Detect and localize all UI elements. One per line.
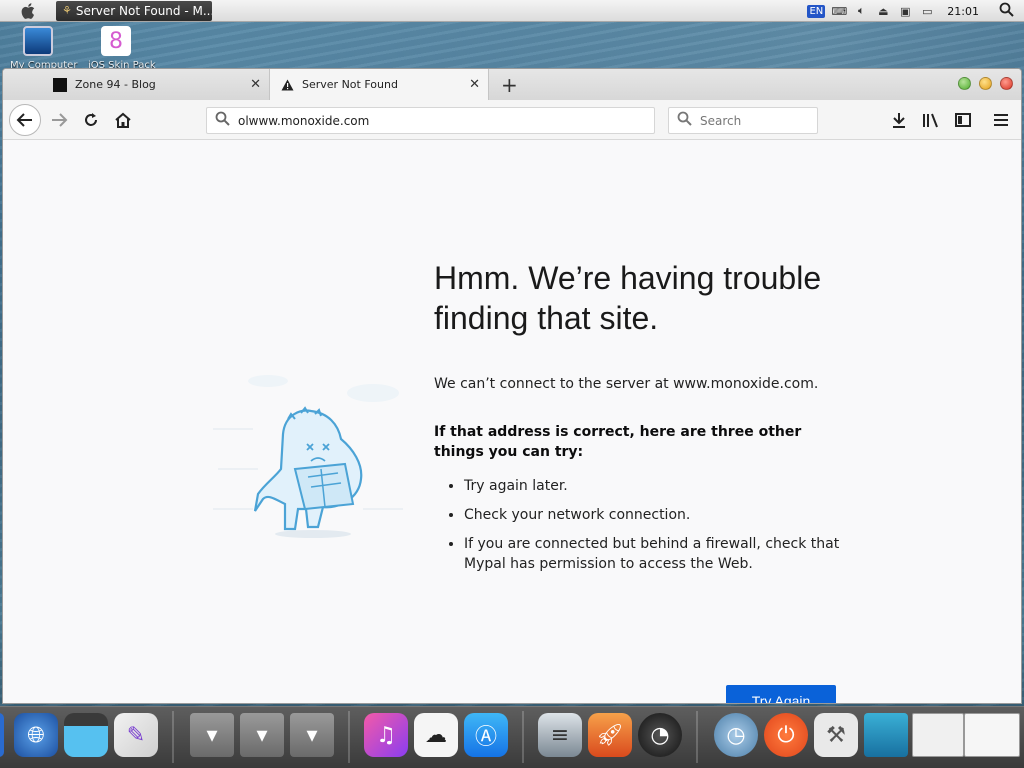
taskbar-window-button[interactable]: ⚘ Server Not Found - M... — [56, 0, 212, 21]
taskbar-window-title: Server Not Found - M... — [75, 3, 212, 18]
hamburger-menu-icon[interactable] — [989, 108, 1013, 132]
notebook-icon[interactable] — [864, 713, 908, 757]
tab-title: Zone 94 - Blog — [75, 78, 156, 91]
search-bar[interactable]: Search — [668, 107, 818, 134]
tab-bar: Zone 94 - Blog ✕ Server Not Found ✕ + — [3, 69, 1021, 100]
eject-icon[interactable]: ⏏ — [875, 4, 891, 18]
keyboard-icon[interactable]: ⌨ — [831, 4, 847, 18]
dinosaur-illustration-icon — [213, 369, 413, 548]
error-description: We can’t connect to the server at www.mo… — [434, 376, 819, 392]
dock-separator — [522, 711, 524, 763]
window-controls — [958, 77, 1013, 90]
reload-icon[interactable] — [79, 108, 103, 132]
tab-title: Server Not Found — [302, 78, 398, 91]
try-again-button[interactable]: Try Again — [726, 685, 836, 703]
scanner-icon[interactable]: ≡ — [538, 713, 582, 757]
dock-separator — [172, 711, 174, 763]
globe-icon[interactable]: 🌐︎ — [14, 713, 58, 757]
tab-server-not-found[interactable]: Server Not Found ✕ — [269, 69, 489, 100]
pencil-icon[interactable]: ✎ — [114, 713, 158, 757]
error-message: Hmm. We’re having trouble finding that s… — [434, 258, 844, 583]
stack-folder-icon[interactable]: ▾ — [190, 713, 234, 757]
app-store-icon[interactable]: Ⓐ — [464, 713, 508, 757]
tab-close-icon[interactable]: ✕ — [250, 77, 261, 92]
clock-icon[interactable]: ◷ — [714, 713, 758, 757]
arrow-left-icon[interactable] — [9, 104, 41, 136]
display-icon[interactable]: ▭ — [919, 4, 935, 18]
new-tab-button[interactable]: + — [501, 73, 518, 97]
tab-zone94-blog[interactable]: Zone 94 - Blog ✕ — [45, 69, 269, 100]
system-tray: EN ⌨ 🔈︎ ⏏ ▣ ▭ 21:01 — [807, 0, 1024, 22]
ios-eight-icon: 8 — [101, 26, 131, 56]
list-item: Check your network connection. — [464, 505, 844, 525]
desktop-icon-my-computer[interactable]: My Computer — [10, 26, 77, 71]
library-icon[interactable] — [919, 108, 943, 132]
rocket-icon[interactable]: 🚀︎ — [588, 713, 632, 757]
dock-separator — [696, 711, 698, 763]
page-title: Hmm. We’re having trouble finding that s… — [434, 260, 822, 336]
browser-window: Zone 94 - Blog ✕ Server Not Found ✕ + ol… — [2, 68, 1022, 704]
stack-folder-icon[interactable]: ▾ — [290, 713, 334, 757]
xcode-tools-icon[interactable]: ⚒ — [814, 713, 858, 757]
zone94-favicon-icon — [53, 77, 67, 92]
mypal-app-icon: ⚘ — [62, 4, 72, 17]
tab-close-icon[interactable]: ✕ — [469, 77, 480, 92]
video-clapper-icon[interactable] — [64, 713, 108, 757]
url-bar[interactable]: olwww.monoxide.com — [206, 107, 655, 134]
language-indicator[interactable]: EN — [807, 4, 826, 18]
warning-icon — [280, 78, 294, 92]
stack-folder-icon[interactable]: ▾ — [240, 713, 284, 757]
page-content: Hmm. We’re having trouble finding that s… — [3, 141, 1021, 703]
window-thumbnail[interactable] — [912, 713, 964, 757]
search-icon — [215, 111, 230, 130]
power-icon[interactable]: ⏻ — [764, 713, 808, 757]
suggestions-heading: If that address is correct, here are thr… — [434, 424, 802, 460]
arrow-right-icon[interactable] — [47, 108, 71, 132]
suggestions-list: Try again later. Check your network conn… — [434, 476, 844, 574]
home-icon[interactable] — [111, 108, 135, 132]
minimize-button[interactable] — [979, 77, 992, 90]
navigation-toolbar: olwww.monoxide.com Search — [3, 100, 1021, 140]
music-icon[interactable]: ♫ — [364, 713, 408, 757]
clock[interactable]: 21:01 — [947, 5, 979, 18]
desktop-icon-ios-skin-pack[interactable]: 8 iOS Skin Pack — [88, 26, 156, 71]
finder-icon[interactable] — [0, 713, 4, 757]
spotlight-search-icon[interactable] — [999, 2, 1014, 21]
list-item: If you are connected but behind a firewa… — [464, 534, 844, 574]
apple-menu-icon[interactable] — [0, 0, 56, 22]
url-text: olwww.monoxide.com — [238, 113, 370, 128]
top-menubar: ⚘ Server Not Found - M... EN ⌨ 🔈︎ ⏏ ▣ ▭ … — [0, 0, 1024, 22]
dock: 🌐︎ ✎ ▾ ▾ ▾ ♫ ☁︎ Ⓐ ≡ 🚀︎ ◔ ◷ ⏻ ⚒ — [0, 706, 1024, 768]
network-icon[interactable]: ▣ — [897, 4, 913, 18]
window-thumbnail[interactable] — [964, 713, 1020, 757]
search-icon — [677, 111, 692, 130]
volume-icon[interactable]: 🔈︎ — [853, 4, 869, 18]
list-item: Try again later. — [464, 476, 844, 496]
download-icon[interactable] — [887, 108, 911, 132]
close-window-button[interactable] — [1000, 77, 1013, 90]
dock-separator — [348, 711, 350, 763]
search-placeholder: Search — [700, 113, 742, 128]
sidebar-icon[interactable] — [951, 108, 975, 132]
maximize-button[interactable] — [958, 77, 971, 90]
speedometer-icon[interactable]: ◔ — [638, 713, 682, 757]
cloud-icon[interactable]: ☁︎ — [414, 713, 458, 757]
computer-icon — [23, 26, 53, 56]
